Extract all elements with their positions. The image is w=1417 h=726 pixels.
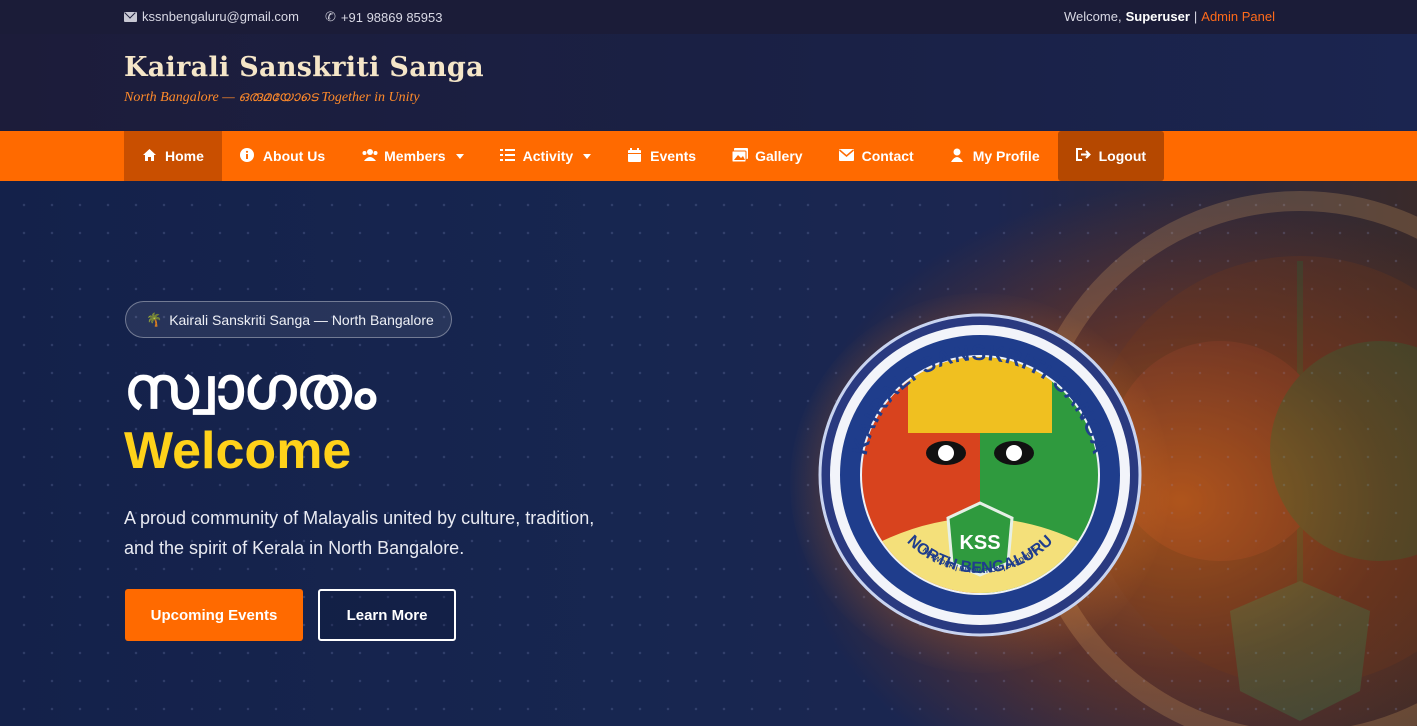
home-icon bbox=[142, 148, 157, 165]
nav-gallery[interactable]: Gallery bbox=[714, 131, 820, 181]
hero-section: 🌴 Kairali Sanskriti Sanga — North Bangal… bbox=[0, 181, 1417, 726]
nav-profile-label: My Profile bbox=[972, 148, 1040, 164]
nav-members-label: Members bbox=[384, 148, 446, 164]
welcome-user: Welcome, Superuser | Admin Panel bbox=[1064, 9, 1275, 24]
nav-gallery-label: Gallery bbox=[755, 148, 803, 164]
admin-panel-link[interactable]: Admin Panel bbox=[1201, 9, 1275, 24]
welcome-separator: | bbox=[1193, 9, 1198, 24]
chevron-down-icon bbox=[455, 153, 464, 159]
nav-activity-label: Activity bbox=[522, 148, 574, 164]
info-icon bbox=[240, 147, 255, 165]
hero-badge-text: Kairali Sanskriti Sanga — North Bangalor… bbox=[169, 311, 434, 328]
users-icon bbox=[361, 148, 378, 165]
learn-more-button[interactable]: Learn More bbox=[318, 589, 456, 641]
upcoming-events-button[interactable]: Upcoming Events bbox=[125, 589, 303, 641]
nav-home[interactable]: Home bbox=[124, 131, 222, 181]
hero-heading-welcome: Welcome bbox=[124, 422, 352, 480]
nav-activity[interactable]: Activity bbox=[482, 131, 610, 181]
phone-icon: ✆ bbox=[325, 9, 336, 24]
nav-logout[interactable]: Logout bbox=[1057, 131, 1165, 181]
nav-logout-label: Logout bbox=[1098, 148, 1147, 164]
nav-profile[interactable]: My Profile bbox=[932, 131, 1058, 181]
site-title[interactable]: Kairali Sanskriti Sanga bbox=[124, 52, 484, 83]
calendar-icon bbox=[627, 147, 642, 165]
phone-text: +91 98869 85953 bbox=[340, 9, 443, 25]
nav-home-label: Home bbox=[165, 148, 204, 164]
nav-members[interactable]: Members bbox=[343, 131, 481, 181]
user-icon bbox=[950, 148, 965, 165]
nav-contact-label: Contact bbox=[861, 148, 914, 164]
main-nav: Home About Us Members Activity Events Ga… bbox=[0, 131, 1417, 181]
site-header: Kairali Sanskriti Sanga North Bangalore … bbox=[0, 34, 1417, 131]
hero-heading-malayalam: സ്വാഗതം bbox=[124, 354, 376, 422]
top-phone[interactable]: ✆ +91 98869 85953 bbox=[325, 9, 442, 25]
nav-events-label: Events bbox=[650, 148, 697, 164]
nav-contact[interactable]: Contact bbox=[821, 131, 932, 181]
username: Superuser bbox=[1125, 9, 1190, 24]
kss-emblem-logo: KSS KAIRALI SANSKRITI SANGA NORTH BENGAL… bbox=[818, 313, 1142, 637]
email-text: kssnbengaluru@gmail.com bbox=[142, 9, 299, 24]
envelope-icon bbox=[124, 11, 137, 22]
nav-events[interactable]: Events bbox=[609, 131, 714, 181]
images-icon bbox=[731, 147, 749, 165]
top-email[interactable]: kssnbengaluru@gmail.com bbox=[124, 9, 299, 24]
nav-about[interactable]: About Us bbox=[222, 131, 343, 181]
palm-tree-icon: 🌴 bbox=[146, 311, 163, 327]
chevron-down-icon bbox=[583, 153, 592, 159]
hero-description: A proud community of Malayalis united by… bbox=[124, 508, 595, 558]
welcome-prefix: Welcome, bbox=[1064, 9, 1122, 24]
sign-out-icon bbox=[1075, 148, 1091, 164]
top-bar: kssnbengaluru@gmail.com ✆ +91 98869 8595… bbox=[0, 0, 1417, 34]
hero-badge: 🌴 Kairali Sanskriti Sanga — North Bangal… bbox=[125, 301, 452, 338]
envelope-icon bbox=[838, 148, 854, 164]
emblem-shield-text: KSS bbox=[959, 532, 1000, 554]
nav-about-label: About Us bbox=[262, 148, 326, 164]
list-icon bbox=[499, 148, 515, 165]
site-tagline: North Bangalore — ഒരുമയോടെ Together in U… bbox=[124, 90, 420, 105]
